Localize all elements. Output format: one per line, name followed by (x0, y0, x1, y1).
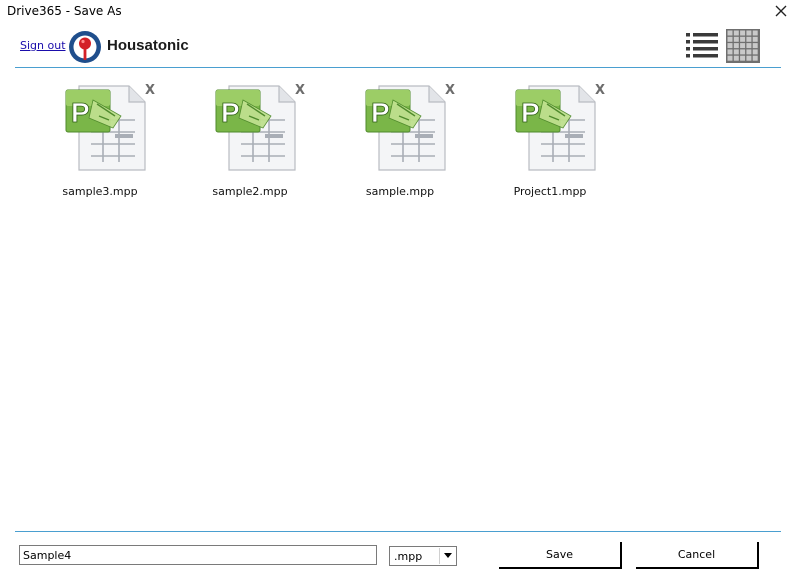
file-item[interactable]: X sample3.mpp (30, 72, 170, 207)
ms-project-file-icon (513, 82, 599, 174)
remove-file-button[interactable]: X (295, 83, 305, 98)
list-view-icon[interactable] (685, 30, 719, 60)
window-title: Drive365 - Save As (7, 4, 122, 18)
close-icon (775, 5, 787, 17)
file-name: sample2.mpp (212, 185, 288, 198)
file-item[interactable]: X sample.mpp (330, 72, 470, 207)
save-button[interactable]: Save (499, 542, 622, 569)
file-name: Project1.mpp (513, 185, 587, 198)
remove-file-button[interactable]: X (595, 83, 605, 98)
extension-dropdown[interactable]: .mpp (389, 546, 457, 566)
housatonic-logo-icon (69, 31, 101, 63)
file-grid: X sample3.mpp X sample2.mpp X sample.mpp… (15, 72, 781, 527)
ms-project-file-icon (63, 82, 149, 174)
file-item[interactable]: X sample2.mpp (180, 72, 320, 207)
bottom-divider (15, 531, 781, 532)
grid-view-icon[interactable] (726, 29, 760, 63)
sign-out-link[interactable]: Sign out (20, 39, 66, 52)
title-bar: Drive365 - Save As (0, 0, 793, 24)
extension-selected-value: .mpp (394, 550, 423, 563)
close-button[interactable] (770, 1, 792, 21)
ms-project-file-icon (213, 82, 299, 174)
remove-file-button[interactable]: X (145, 83, 155, 98)
filename-input[interactable] (19, 545, 377, 565)
file-name: sample3.mpp (62, 185, 138, 198)
file-name: sample.mpp (365, 185, 435, 198)
dropdown-arrow[interactable] (439, 548, 455, 564)
header: Sign out Housatonic (0, 26, 793, 68)
chevron-down-icon (443, 553, 452, 558)
remove-file-button[interactable]: X (445, 83, 455, 98)
top-divider (15, 67, 781, 68)
file-item[interactable]: X Project1.mpp (480, 72, 620, 207)
ms-project-file-icon (363, 82, 449, 174)
brand-name: Housatonic (107, 37, 189, 54)
cancel-button[interactable]: Cancel (636, 542, 759, 569)
